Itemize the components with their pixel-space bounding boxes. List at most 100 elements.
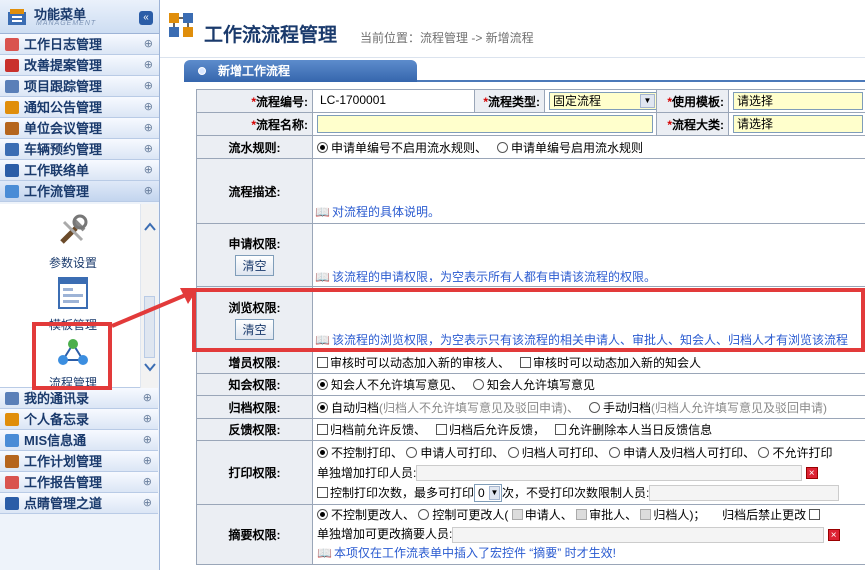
feedback-after-checkbox[interactable] bbox=[436, 424, 448, 435]
summary-forbid-label: 归档后禁止更改 bbox=[722, 508, 807, 522]
collapse-sidebar-button[interactable]: « bbox=[139, 11, 153, 25]
summary-archiver-checkbox[interactable] bbox=[640, 509, 652, 520]
summary-extra-input[interactable] bbox=[452, 526, 825, 543]
manual-archive-note: (归档人允许填写意见及驳回申请) bbox=[651, 400, 828, 415]
expand-icon[interactable]: ⊕ bbox=[143, 451, 152, 472]
feedback-before-checkbox[interactable] bbox=[317, 424, 328, 435]
summary-control-label: 控制可更改人( bbox=[432, 508, 509, 522]
menu-item-memo[interactable]: 个人备忘录 ⊕ bbox=[0, 409, 158, 430]
flow-type-select[interactable]: 固定流程 ▼ bbox=[549, 92, 656, 110]
menu-item-plan[interactable]: 工作计划管理 ⊕ bbox=[0, 451, 158, 472]
expand-icon[interactable]: ⊕ bbox=[143, 388, 152, 409]
print-applicant-radio[interactable] bbox=[406, 446, 418, 458]
menu-item-workflow[interactable]: 工作流管理 ⊕ bbox=[0, 181, 159, 202]
clear-summary-extra-icon[interactable]: × bbox=[827, 528, 840, 541]
tab-new-workflow[interactable]: 新增工作流程 bbox=[184, 60, 417, 82]
apply-tip: 该流程的申请权限，为空表示所有人都有申请该流程的权限。 bbox=[331, 270, 656, 282]
addressbook-icon bbox=[5, 392, 19, 405]
print-none-radio[interactable] bbox=[758, 446, 770, 458]
print-extra-input[interactable] bbox=[416, 465, 803, 482]
desc-cell: 📖 对流程的具体说明。 bbox=[312, 158, 865, 224]
expand-icon[interactable]: ⊕ bbox=[144, 118, 153, 139]
auto-archive-radio[interactable] bbox=[317, 401, 328, 413]
print-both-radio[interactable] bbox=[609, 446, 621, 458]
summary-cell: 不控制更改人、 控制可更改人( 申请人、 审批人、 归档人)； 归档后禁止更改 … bbox=[312, 504, 865, 565]
feedback-label: 反馈权限: bbox=[196, 418, 313, 441]
category-input[interactable]: 请选择 bbox=[733, 115, 863, 133]
expand-icon[interactable]: ⊕ bbox=[144, 34, 153, 55]
desc-textarea[interactable] bbox=[313, 159, 865, 203]
add-notifier-checkbox[interactable] bbox=[520, 357, 532, 368]
summary-nocontrol-radio[interactable] bbox=[317, 509, 328, 520]
desc-tip: 对流程的具体说明。 bbox=[331, 205, 440, 219]
journal-icon bbox=[5, 38, 19, 51]
car-icon bbox=[5, 143, 19, 156]
summary-approver-checkbox[interactable] bbox=[576, 509, 588, 520]
serial-on-radio[interactable] bbox=[497, 141, 509, 153]
menu-item-addressbook[interactable]: 我的通讯录 ⊕ bbox=[0, 388, 158, 409]
workflow-icon bbox=[5, 185, 19, 198]
expand-icon[interactable]: ⊕ bbox=[143, 430, 152, 451]
menu-item-report[interactable]: 工作报告管理 ⊕ bbox=[0, 472, 158, 493]
expand-icon[interactable]: ⊕ bbox=[144, 160, 153, 181]
flow-name-input[interactable] bbox=[317, 115, 653, 133]
serial-off-radio[interactable] bbox=[317, 141, 328, 153]
expand-icon[interactable]: ⊕ bbox=[144, 181, 153, 202]
expand-icon[interactable]: ⊕ bbox=[143, 472, 152, 493]
apply-textarea[interactable] bbox=[314, 225, 865, 269]
feedback-after-label: 归档后允许反馈， bbox=[449, 423, 546, 437]
expand-icon[interactable]: ⊕ bbox=[144, 97, 153, 118]
print-archiver-radio[interactable] bbox=[507, 446, 519, 458]
notice-icon bbox=[5, 101, 19, 114]
menu-item-proposal[interactable]: 改善提案管理 ⊕ bbox=[0, 55, 159, 76]
manual-archive-radio[interactable] bbox=[589, 401, 601, 413]
print-count-checkbox[interactable] bbox=[317, 486, 328, 498]
desc-label: 流程描述: bbox=[196, 158, 313, 224]
add-approver-checkbox[interactable] bbox=[317, 357, 328, 368]
summary-forbid-checkbox[interactable] bbox=[809, 509, 821, 520]
clear-print-extra-icon[interactable]: × bbox=[805, 467, 818, 480]
menu-item-label: 工作流管理 bbox=[24, 184, 90, 199]
expand-icon[interactable]: ⊕ bbox=[144, 76, 153, 97]
print-unlimited-input[interactable] bbox=[649, 485, 840, 502]
memo-icon bbox=[5, 413, 19, 426]
submenu-params[interactable]: 参数设置 bbox=[20, 214, 126, 271]
summary-control-radio[interactable] bbox=[418, 509, 430, 520]
sidebar-header: 功能菜单 MANAGEMENT « bbox=[0, 0, 159, 34]
scroll-down-icon[interactable] bbox=[142, 360, 158, 374]
apply-clear-button[interactable]: 清空 bbox=[235, 254, 274, 276]
menu-item-label: 个人备忘录 bbox=[24, 412, 90, 427]
summary-nocontrol-label: 不控制更改人、 bbox=[331, 508, 416, 522]
menu-item-project[interactable]: 项目跟踪管理 ⊕ bbox=[0, 76, 159, 97]
print-count-select[interactable]: 0 ▼ bbox=[474, 484, 503, 503]
menu-item-meeting[interactable]: 单位会议管理 ⊕ bbox=[0, 118, 159, 139]
summary-applicant-checkbox[interactable] bbox=[511, 509, 523, 520]
apply-cell: 📖 该流程的申请权限，为空表示所有人都有申请该流程的权限。 bbox=[312, 223, 865, 287]
menu-item-notice[interactable]: 通知公告管理 ⊕ bbox=[0, 97, 159, 118]
menu-item-label: 工作报告管理 bbox=[24, 475, 103, 490]
flow-no-cell: LC-1700001 bbox=[312, 89, 475, 113]
notify-opinion-radio[interactable] bbox=[473, 379, 485, 390]
menu-item-contact[interactable]: 工作联络单 ⊕ bbox=[0, 160, 159, 181]
print-nocontrol-radio[interactable] bbox=[317, 446, 328, 458]
flow-no-input[interactable]: LC-1700001 bbox=[317, 92, 455, 110]
idea-icon bbox=[5, 497, 19, 510]
highlight-box-browse bbox=[192, 288, 865, 352]
expand-icon[interactable]: ⊕ bbox=[144, 139, 153, 160]
template-input[interactable]: 请选择 bbox=[733, 92, 863, 110]
menu-item-idea[interactable]: 点睛管理之道 ⊕ bbox=[0, 493, 158, 514]
archive-label: 归档权限: bbox=[196, 395, 313, 419]
menu-item-journal[interactable]: 工作日志管理 ⊕ bbox=[0, 34, 159, 55]
expand-icon[interactable]: ⊕ bbox=[144, 55, 153, 76]
expand-icon[interactable]: ⊕ bbox=[143, 409, 152, 430]
add-approver-label: 审核时可以动态加入新的审核人、 bbox=[330, 356, 511, 370]
menu-item-mis[interactable]: MIS信息通 ⊕ bbox=[0, 430, 158, 451]
scroll-up-icon[interactable] bbox=[142, 220, 158, 234]
flow-type-value: 固定流程 bbox=[553, 94, 602, 108]
expand-icon[interactable]: ⊕ bbox=[143, 493, 152, 514]
feedback-delete-checkbox[interactable] bbox=[555, 424, 567, 435]
summary-label: 摘要权限: bbox=[196, 504, 313, 565]
menu-item-car[interactable]: 车辆预约管理 ⊕ bbox=[0, 139, 159, 160]
notify-no-opinion-radio[interactable] bbox=[317, 379, 328, 390]
tab-bar: 新增工作流程 bbox=[184, 60, 865, 82]
